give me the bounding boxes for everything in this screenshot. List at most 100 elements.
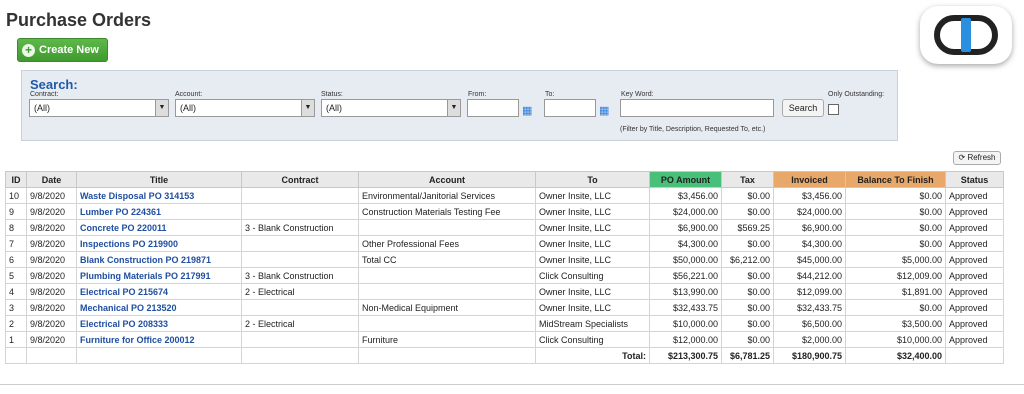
- cell-balance: $0.00: [845, 235, 946, 252]
- contract-label: Contract:: [30, 91, 59, 98]
- po-title-link[interactable]: Electrical PO 208333: [80, 319, 168, 329]
- cell-title: Inspections PO 219900: [76, 235, 242, 252]
- cell-po-amount: $10,000.00: [649, 315, 722, 332]
- chevron-down-icon: ▼: [155, 100, 168, 116]
- col-title[interactable]: Title: [76, 171, 242, 188]
- empty-cell: [76, 347, 242, 364]
- outstanding-label: Only Outstanding:: [828, 91, 885, 98]
- col-date[interactable]: Date: [26, 171, 77, 188]
- search-button[interactable]: Search: [782, 99, 824, 117]
- cell-to: Owner Insite, LLC: [535, 235, 650, 252]
- cell-account: Non-Medical Equipment: [358, 299, 536, 316]
- account-select[interactable]: (All) ▼: [175, 99, 315, 117]
- outstanding-checkbox[interactable]: [828, 104, 839, 115]
- cell-status: Approved: [945, 299, 1004, 316]
- status-label: Status:: [321, 91, 343, 98]
- chevron-down-icon: ▼: [301, 100, 314, 116]
- po-title-link[interactable]: Lumber PO 224361: [80, 207, 161, 217]
- col-account[interactable]: Account: [358, 171, 536, 188]
- po-title-link[interactable]: Concrete PO 220011: [80, 223, 167, 233]
- table-row: 5 9/8/2020 Plumbing Materials PO 217991 …: [5, 267, 1004, 284]
- status-select[interactable]: (All) ▼: [321, 99, 461, 117]
- calendar-icon[interactable]: ▦: [599, 105, 611, 117]
- cell-title: Furniture for Office 200012: [76, 331, 242, 348]
- to-date-input[interactable]: [544, 99, 596, 117]
- cell-title: Plumbing Materials PO 217991: [76, 267, 242, 284]
- cell-date: 9/8/2020: [26, 315, 77, 332]
- cell-title: Electrical PO 208333: [76, 315, 242, 332]
- col-tax[interactable]: Tax: [721, 171, 774, 188]
- refresh-button[interactable]: ⟳ Refresh: [953, 151, 1001, 165]
- cell-account: [358, 315, 536, 332]
- cell-contract: [241, 203, 359, 220]
- contract-select-value: (All): [34, 103, 50, 113]
- po-title-link[interactable]: Plumbing Materials PO 217991: [80, 271, 211, 281]
- cell-balance: $5,000.00: [845, 251, 946, 268]
- cell-po-amount: $6,900.00: [649, 219, 722, 236]
- cell-title: Mechanical PO 213520: [76, 299, 242, 316]
- po-title-link[interactable]: Furniture for Office 200012: [80, 335, 195, 345]
- cell-contract: [241, 251, 359, 268]
- create-new-label: Create New: [39, 44, 99, 56]
- chevron-down-icon: ▼: [447, 100, 460, 116]
- create-new-button[interactable]: + Create New: [17, 38, 108, 62]
- cell-id: 7: [5, 235, 27, 252]
- cell-title: Lumber PO 224361: [76, 203, 242, 220]
- cell-id: 6: [5, 251, 27, 268]
- calendar-icon[interactable]: ▦: [522, 105, 534, 117]
- col-po-amount[interactable]: PO Amount: [649, 171, 722, 188]
- col-to[interactable]: To: [535, 171, 650, 188]
- po-title-link[interactable]: Mechanical PO 213520: [80, 303, 177, 313]
- cell-tax: $0.00: [721, 283, 774, 300]
- cell-date: 9/8/2020: [26, 283, 77, 300]
- cell-status: Approved: [945, 283, 1004, 300]
- cell-po-amount: $3,456.00: [649, 187, 722, 204]
- cell-account: Construction Materials Testing Fee: [358, 203, 536, 220]
- cell-id: 4: [5, 283, 27, 300]
- cell-status: Approved: [945, 219, 1004, 236]
- cell-to: Owner Insite, LLC: [535, 219, 650, 236]
- cell-date: 9/8/2020: [26, 203, 77, 220]
- total-invoiced: $180,900.75: [773, 347, 846, 364]
- cell-title: Waste Disposal PO 314153: [76, 187, 242, 204]
- po-title-link[interactable]: Waste Disposal PO 314153: [80, 191, 194, 201]
- col-balance[interactable]: Balance To Finish: [845, 171, 946, 188]
- po-title-link[interactable]: Electrical PO 215674: [80, 287, 168, 297]
- account-label: Account:: [175, 91, 203, 98]
- refresh-icon: ⟳: [958, 153, 966, 162]
- cell-id: 9: [5, 203, 27, 220]
- cell-account: Other Professional Fees: [358, 235, 536, 252]
- cell-contract: [241, 299, 359, 316]
- cell-account: [358, 283, 536, 300]
- cell-tax: $0.00: [721, 299, 774, 316]
- empty-cell: [945, 347, 1004, 364]
- cell-date: 9/8/2020: [26, 331, 77, 348]
- col-id[interactable]: ID: [5, 171, 27, 188]
- col-invoiced[interactable]: Invoiced: [773, 171, 846, 188]
- keyword-input[interactable]: [620, 99, 774, 117]
- cell-to: MidStream Specialists: [535, 315, 650, 332]
- totals-row: Total: $213,300.75 $6,781.25 $180,900.75…: [5, 347, 1004, 364]
- po-title-link[interactable]: Blank Construction PO 219871: [80, 255, 211, 265]
- cell-to: Owner Insite, LLC: [535, 299, 650, 316]
- cell-invoiced: $6,500.00: [773, 315, 846, 332]
- table-row: 3 9/8/2020 Mechanical PO 213520 Non-Medi…: [5, 299, 1004, 316]
- cell-balance: $0.00: [845, 203, 946, 220]
- cell-po-amount: $32,433.75: [649, 299, 722, 316]
- po-title-link[interactable]: Inspections PO 219900: [80, 239, 178, 249]
- total-balance: $32,400.00: [845, 347, 946, 364]
- cell-po-amount: $12,000.00: [649, 331, 722, 348]
- contract-select[interactable]: (All) ▼: [29, 99, 169, 117]
- cell-contract: 2 - Electrical: [241, 315, 359, 332]
- table-row: 10 9/8/2020 Waste Disposal PO 314153 Env…: [5, 187, 1004, 204]
- total-po-amount: $213,300.75: [649, 347, 722, 364]
- col-contract[interactable]: Contract: [241, 171, 359, 188]
- cell-to: Owner Insite, LLC: [535, 187, 650, 204]
- cell-date: 9/8/2020: [26, 251, 77, 268]
- col-status[interactable]: Status: [945, 171, 1004, 188]
- from-date-input[interactable]: [467, 99, 519, 117]
- cell-account: Environmental/Janitorial Services: [358, 187, 536, 204]
- empty-cell: [26, 347, 77, 364]
- cell-date: 9/8/2020: [26, 187, 77, 204]
- cell-po-amount: $13,990.00: [649, 283, 722, 300]
